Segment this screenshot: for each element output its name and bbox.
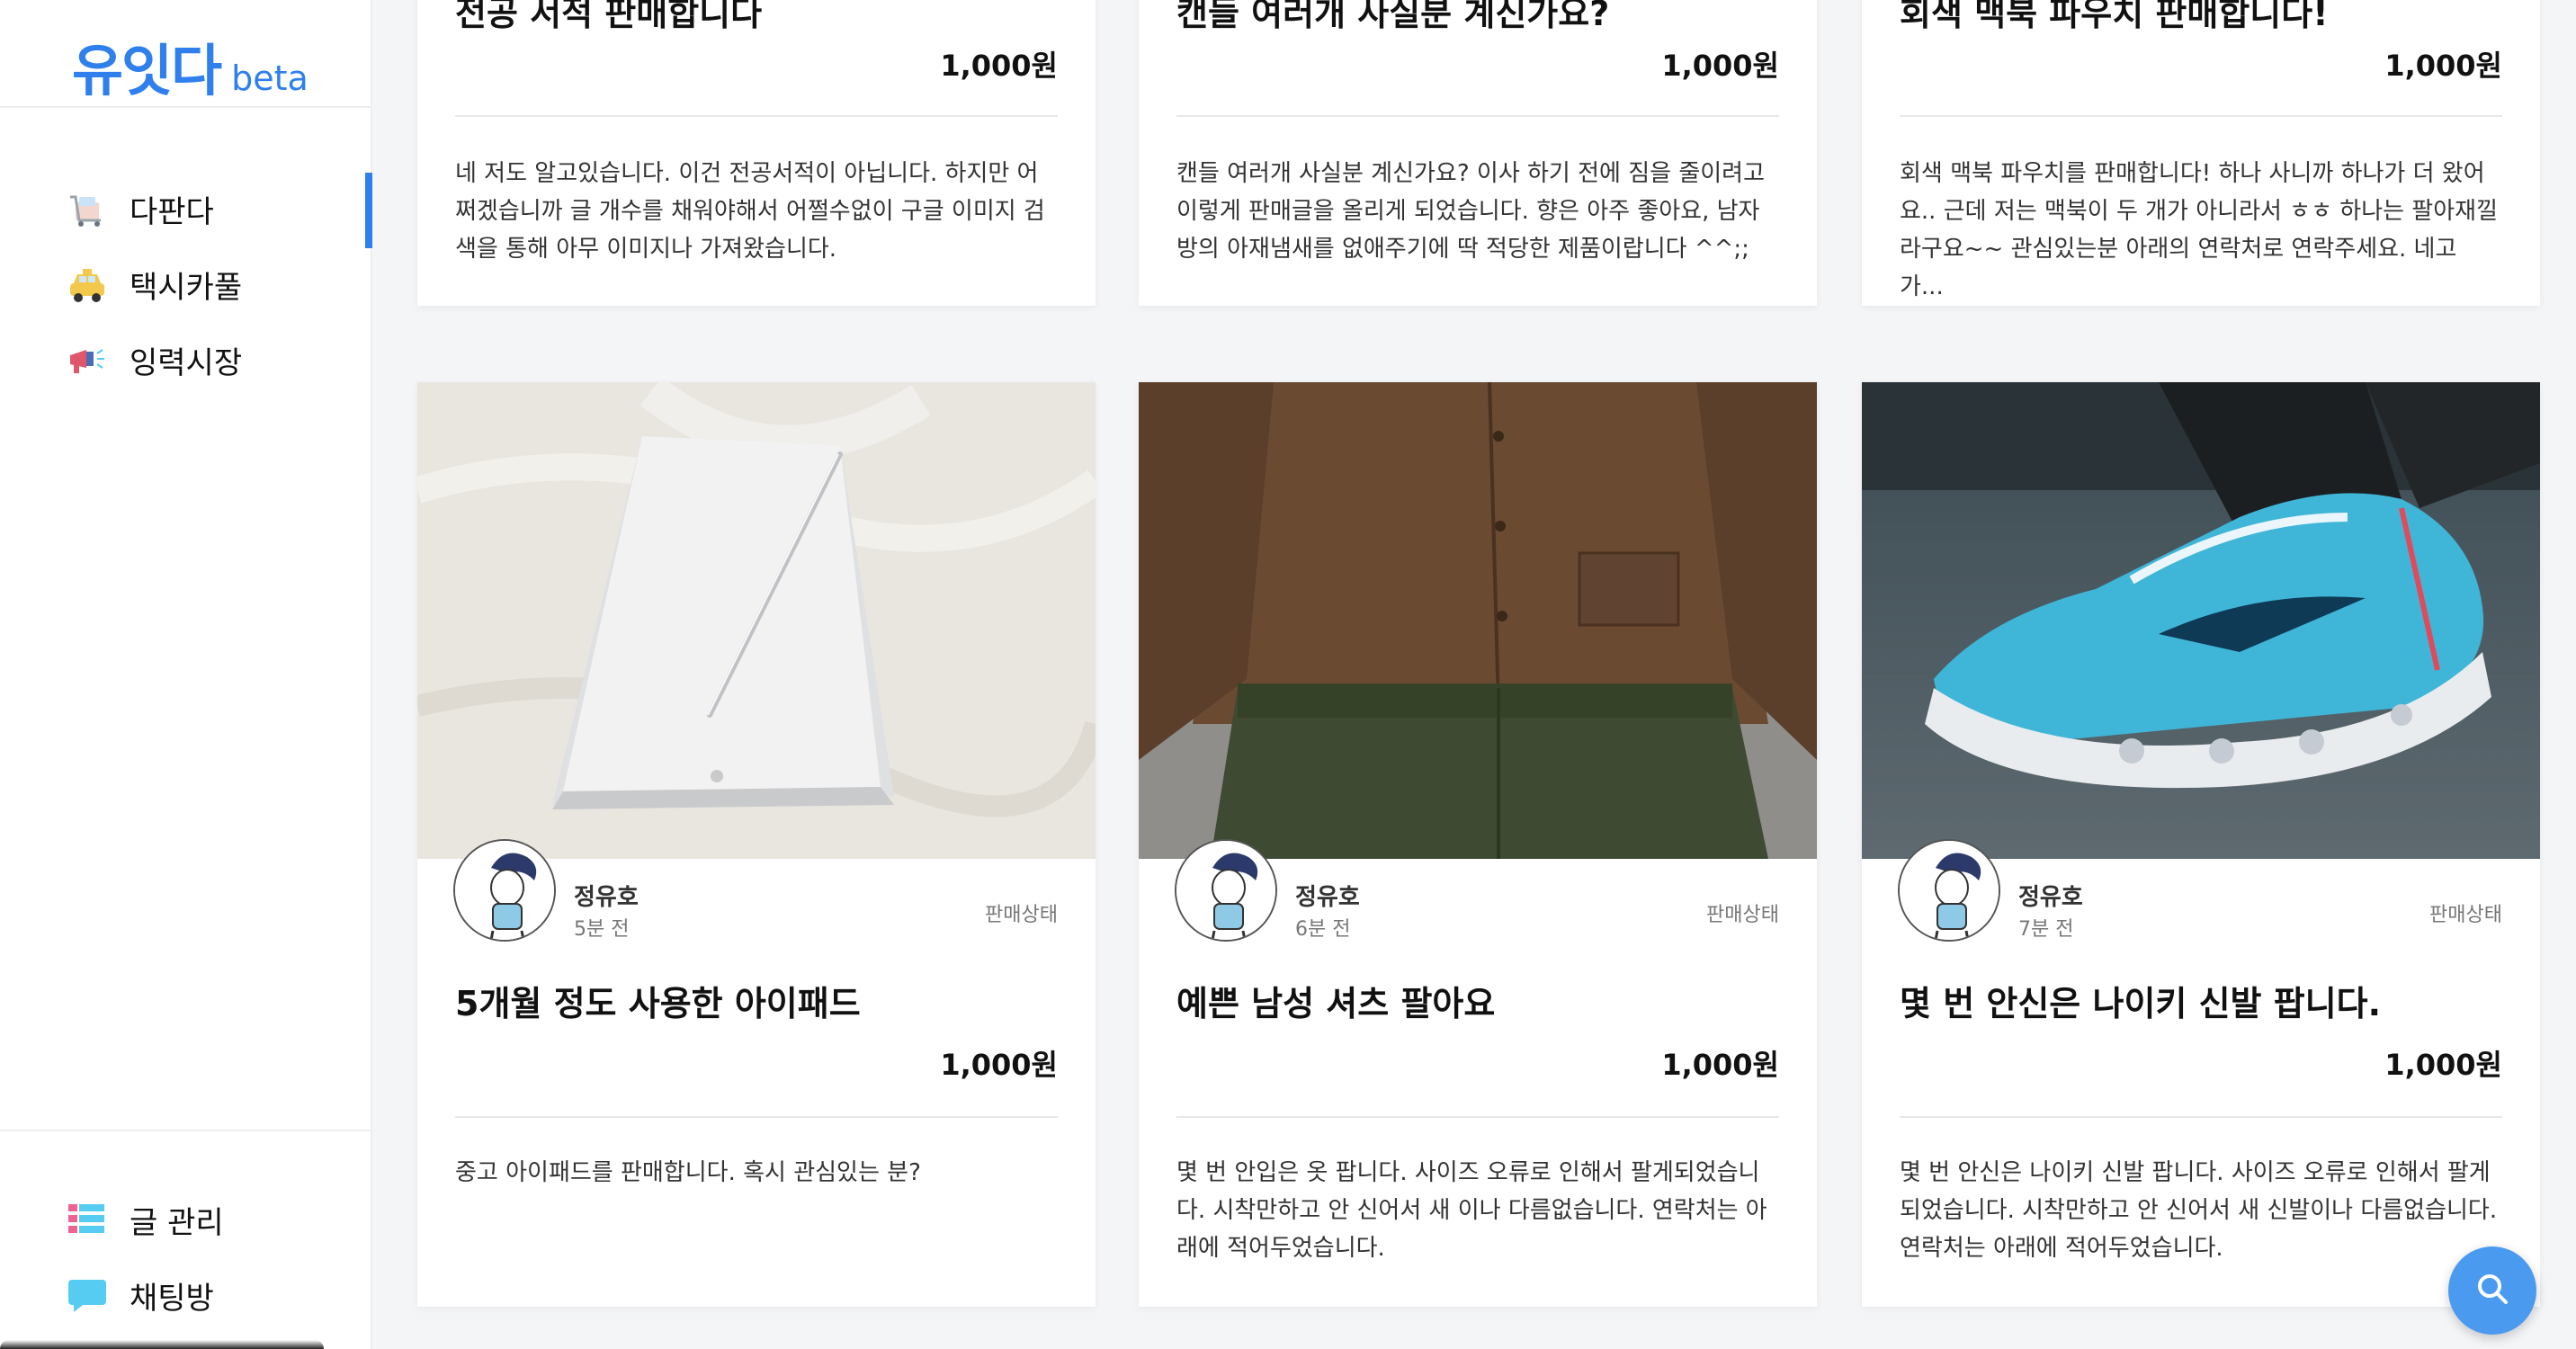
- card-divider: [455, 1116, 1058, 1118]
- nav-item-chat-room[interactable]: 채팅방: [0, 1257, 372, 1333]
- product-card[interactable]: 정유호 5분 전 판매상태 5개월 정도 사용한 아이패드 1,000원 중고 …: [417, 382, 1096, 1307]
- sale-status: 판매상태: [985, 904, 1058, 926]
- card-price: 1,000원: [1661, 49, 1779, 83]
- card-title: 예쁜 남성 셔츠 팔아요: [1176, 984, 1496, 1023]
- card-price: 1,000원: [940, 1048, 1058, 1082]
- card-description: 회색 맥북 파우치를 판매합니다! 하나 사니까 하나가 더 왔어요.. 근데 …: [1900, 160, 2498, 300]
- card-description: 네 저도 알고있습니다. 이건 전공서적이 아닙니다. 하지만 어쩌겠습니까 글…: [455, 160, 1045, 263]
- product-card[interactable]: 회색 맥북 파우치 판매합니다! 1,000원 회색 맥북 파우치를 판매합니다…: [1862, 0, 2540, 306]
- search-button[interactable]: [2448, 1246, 2536, 1335]
- seller-name: 정유호: [2018, 884, 2083, 911]
- seller-name: 정유호: [574, 884, 639, 911]
- seller-name: 정유호: [1295, 884, 1360, 911]
- post-time: 7분 전: [2018, 918, 2074, 941]
- product-card[interactable]: 전공 서적 판매합니다 1,000원 네 저도 알고있습니다. 이건 전공서적이…: [417, 0, 1096, 306]
- card-description: 중고 아이패드를 판매합니다. 혹시 관심있는 분?: [455, 1159, 921, 1186]
- brown-shirt-photo[interactable]: [1139, 382, 1817, 859]
- sidebar-divider: [0, 1130, 372, 1131]
- card-description: 몇 번 안신은 나이키 신발 팝니다. 사이즈 오류로 인해서 팔게 되었습니다…: [1900, 1159, 2498, 1262]
- card-title: 전공 서적 판매합니다: [455, 0, 763, 33]
- seller-avatar[interactable]: [1175, 839, 1277, 942]
- card-divider: [1900, 1116, 2502, 1118]
- nav-label: 글 관리: [130, 1204, 224, 1241]
- card-title: 캔들 여러개 사실분 계신가요?: [1176, 0, 1610, 33]
- nav-item-taxi-carpool[interactable]: 택시카풀: [0, 246, 372, 322]
- main-nav: 다판다 택시카풀 잉력시장: [0, 171, 372, 398]
- window-edge: [0, 1340, 324, 1349]
- nav-item-dapanda[interactable]: 다판다: [0, 171, 372, 248]
- beta-badge: beta: [231, 58, 309, 98]
- list-icon: [67, 1199, 108, 1240]
- logo-text: 유잇다: [72, 38, 222, 103]
- secondary-nav: 글 관리 채팅방: [0, 1182, 372, 1333]
- card-divider: [1900, 115, 2502, 117]
- nav-item-market[interactable]: 잉력시장: [0, 322, 372, 398]
- ipad-box-photo[interactable]: [417, 382, 1096, 859]
- megaphone-icon: [67, 339, 108, 380]
- post-time: 6분 전: [1295, 918, 1351, 941]
- card-divider: [455, 115, 1058, 117]
- card-divider: [1176, 115, 1779, 117]
- product-card[interactable]: 정유호 6분 전 판매상태 예쁜 남성 셔츠 팔아요 1,000원 몇 번 안입…: [1139, 382, 1817, 1307]
- card-price: 1,000원: [2384, 1048, 2502, 1082]
- sidebar: 유잇다 beta 다판다 택시카풀 잉력시장 글 관리 채팅방: [0, 0, 372, 1349]
- nav-item-post-management[interactable]: 글 관리: [0, 1182, 372, 1257]
- post-time: 5분 전: [574, 918, 630, 941]
- nav-label: 잉력시장: [130, 344, 243, 381]
- card-title: 회색 맥북 파우치 판매합니다!: [1900, 0, 2329, 33]
- blue-sneaker-photo[interactable]: [1862, 382, 2540, 859]
- nav-label: 택시카풀: [130, 269, 243, 306]
- card-title: 몇 번 안신은 나이키 신발 팝니다.: [1900, 984, 2382, 1023]
- card-price: 1,000원: [2384, 49, 2502, 83]
- card-title: 5개월 정도 사용한 아이패드: [455, 984, 861, 1023]
- product-card[interactable]: 정유호 7분 전 판매상태 몇 번 안신은 나이키 신발 팝니다. 1,000원…: [1862, 382, 2540, 1307]
- card-description: 몇 번 안입은 옷 팝니다. 사이즈 오류로 인해서 팔게되었습니다. 시착만하…: [1176, 1159, 1767, 1262]
- search-icon: [2474, 1271, 2510, 1310]
- nav-label: 다판다: [130, 193, 214, 230]
- nav-label: 채팅방: [130, 1280, 214, 1317]
- card-description: 캔들 여러개 사실분 계신가요? 이사 하기 전에 짐을 줄이려고 이렇게 판매…: [1176, 160, 1765, 263]
- chat-bubble-icon: [67, 1274, 108, 1316]
- logo[interactable]: 유잇다 beta: [72, 25, 309, 106]
- taxi-icon: [67, 264, 108, 305]
- product-card[interactable]: 캔들 여러개 사실분 계신가요? 1,000원 캔들 여러개 사실분 계신가요?…: [1139, 0, 1817, 306]
- card-price: 1,000원: [940, 49, 1058, 83]
- sale-status: 판매상태: [1706, 904, 1779, 926]
- header-divider: [0, 106, 372, 108]
- sale-status: 판매상태: [2429, 904, 2502, 926]
- card-divider: [1176, 1116, 1779, 1118]
- shopping-cart-icon: [67, 188, 108, 229]
- seller-avatar[interactable]: [1898, 839, 2000, 942]
- seller-avatar[interactable]: [453, 839, 556, 942]
- card-price: 1,000원: [1661, 1048, 1779, 1082]
